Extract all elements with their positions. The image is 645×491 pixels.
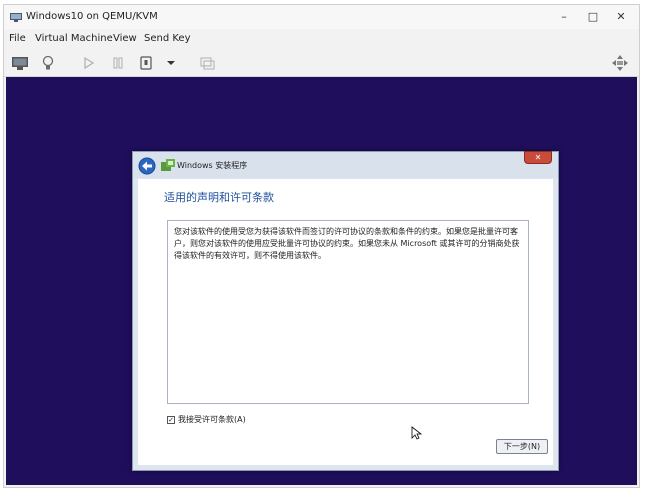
title-bar[interactable]: Windows10 on QEMU/KVM – □ ✕ — [4, 5, 639, 29]
menu-virtual-machine[interactable]: Virtual Machine — [35, 33, 113, 44]
license-text-box[interactable]: 您对该软件的使用受您为获得该软件而签订的许可协议的条款和条件的约束。如果您是批量… — [167, 220, 529, 404]
page-heading: 适用的声明和许可条款 — [164, 191, 274, 204]
pause-icon[interactable] — [108, 54, 128, 72]
guest-display[interactable]: Windows 安装程序 ✕ 适用的声明和许可条款 您对该软件的使用受您为获得该… — [6, 77, 637, 485]
menu-bar: File Virtual Machine View Send Key — [4, 29, 639, 49]
maximize-button[interactable]: □ — [579, 9, 607, 25]
menu-view[interactable]: View — [113, 33, 137, 44]
vm-window: Windows10 on QEMU/KVM – □ ✕ File Virtual… — [3, 4, 640, 488]
resize-icon[interactable] — [610, 54, 630, 72]
dialog-header: Windows 安装程序 ✕ — [133, 151, 558, 178]
bulb-icon[interactable] — [38, 54, 58, 72]
dialog-title: Windows 安装程序 — [177, 161, 248, 170]
dropdown-arrow-icon[interactable] — [161, 54, 181, 72]
setup-icon — [161, 159, 175, 171]
monitor-icon[interactable] — [10, 54, 30, 72]
toolbar — [4, 49, 639, 77]
minimize-button[interactable]: – — [550, 9, 578, 25]
window-title: Windows10 on QEMU/KVM — [26, 11, 158, 22]
dialog-body: 适用的声明和许可条款 您对该软件的使用受您为获得该软件而签订的许可协议的条款和条… — [138, 179, 553, 465]
next-button[interactable]: 下一步(N) — [496, 439, 548, 454]
menu-send-key[interactable]: Send Key — [144, 33, 191, 44]
back-arrow-icon[interactable] — [138, 157, 156, 175]
app-icon — [10, 13, 22, 22]
power-icon[interactable] — [136, 54, 156, 72]
checkbox-check-icon[interactable]: ✓ — [167, 415, 175, 424]
play-icon[interactable] — [78, 54, 98, 72]
accept-license-checkbox[interactable]: ✓ 我接受许可条款(A) — [167, 414, 246, 425]
setup-dialog: Windows 安装程序 ✕ 适用的声明和许可条款 您对该软件的使用受您为获得该… — [132, 151, 559, 471]
snapshot-icon[interactable] — [197, 54, 217, 72]
close-button[interactable]: ✕ — [607, 9, 635, 25]
menu-file[interactable]: File — [9, 33, 26, 44]
dialog-close-button[interactable]: ✕ — [524, 151, 552, 164]
mouse-pointer-icon — [411, 426, 423, 440]
accept-license-label[interactable]: 我接受许可条款(A) — [178, 414, 246, 425]
